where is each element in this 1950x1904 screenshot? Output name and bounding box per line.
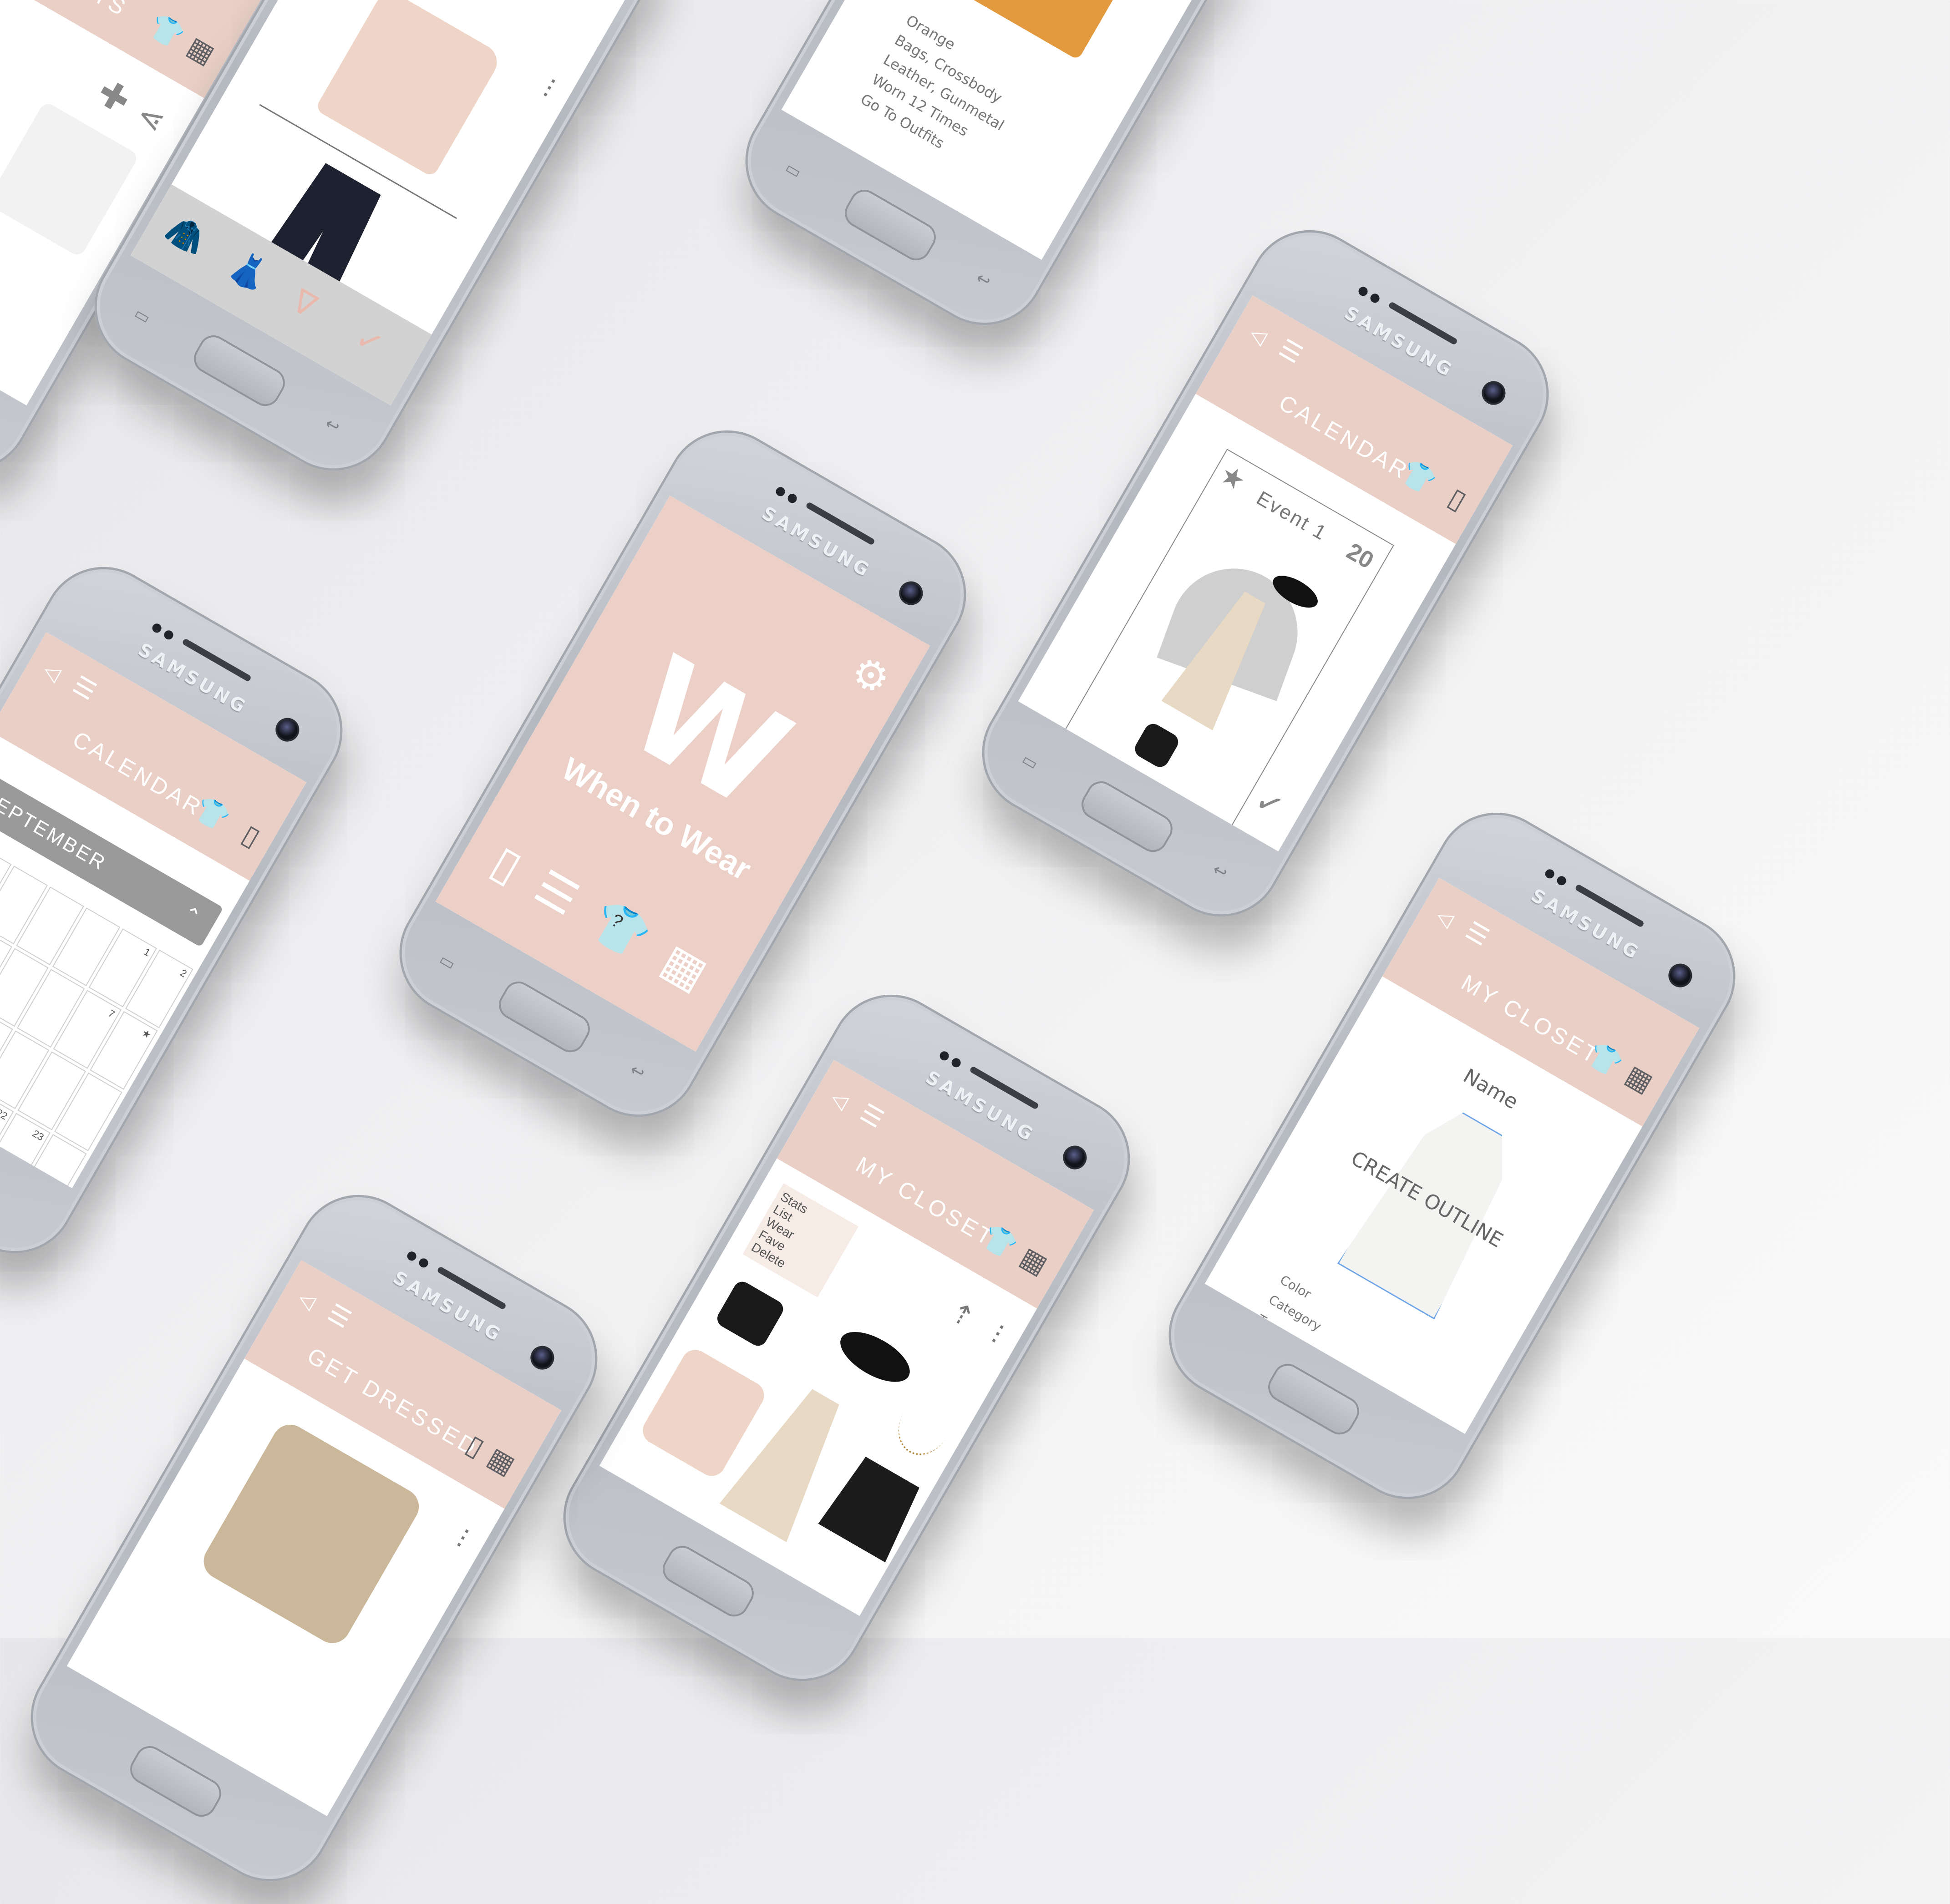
necklace-category-icon[interactable]: ᐁ	[285, 282, 323, 325]
add-icon[interactable]: ✚	[90, 71, 137, 122]
front-sensor	[405, 1250, 418, 1262]
menu-icon[interactable]: ☰	[68, 671, 101, 705]
skirt-item[interactable]	[818, 1453, 926, 1563]
settings-icon[interactable]: ⚙	[843, 646, 898, 705]
home-button[interactable]	[188, 330, 290, 411]
share-icon[interactable]: ⋖	[130, 95, 172, 141]
jacket-category-icon[interactable]: 🧥	[159, 209, 212, 262]
event-name: Event 1	[1253, 486, 1331, 545]
back-icon[interactable]: ◁	[295, 1286, 320, 1314]
menu-icon[interactable]: ☰	[855, 1099, 888, 1133]
jacket-item[interactable]	[638, 1345, 769, 1481]
jacket-item[interactable]	[315, 0, 504, 178]
home-button[interactable]	[839, 184, 941, 266]
filter-icon[interactable]: ⫶	[538, 74, 559, 105]
calendar-icon[interactable]: ▦	[653, 933, 716, 1001]
home-button[interactable]	[493, 976, 595, 1058]
home-button[interactable]	[657, 1540, 759, 1622]
event-day: 20	[1342, 538, 1378, 574]
star-icon[interactable]: ★	[1214, 458, 1251, 498]
home-button[interactable]	[1263, 1358, 1365, 1440]
menu-icon[interactable]: ☰	[323, 1299, 355, 1333]
front-sensor	[950, 1056, 963, 1069]
door-icon[interactable]: ▯	[483, 835, 531, 893]
boots-item[interactable]	[714, 1278, 787, 1349]
shirt-question-icon[interactable]: 👕?	[582, 892, 658, 967]
back-key[interactable]: ↩	[1208, 860, 1233, 883]
back-icon[interactable]: ◁	[1246, 321, 1271, 349]
recent-apps-key[interactable]: ▭	[781, 158, 806, 182]
upload-icon[interactable]: ⇡	[944, 1296, 980, 1335]
front-sensor	[162, 628, 175, 641]
front-sensor	[1368, 292, 1381, 304]
home-button[interactable]	[125, 1741, 227, 1822]
recent-apps-key[interactable]: ▭	[435, 950, 460, 974]
embellished-jacket-item[interactable]	[197, 1418, 426, 1650]
recent-apps-key[interactable]: ▭	[1017, 749, 1042, 774]
list-icon[interactable]: ☰	[526, 860, 588, 926]
hat-item[interactable]	[832, 1322, 918, 1392]
front-sensor	[1356, 285, 1370, 298]
bag-item[interactable]	[964, 0, 1131, 61]
tshirt-item[interactable]	[0, 101, 140, 258]
check-icon[interactable]: ✓	[349, 319, 391, 364]
back-key[interactable]: ↩	[320, 414, 345, 437]
phone-get-dressed: SAMSUNG ◁ ☰ GET DRESSED ▯ ▦ ⫶	[8, 1172, 620, 1904]
front-sensor	[774, 485, 787, 498]
back-icon[interactable]: ◁	[1432, 904, 1457, 932]
back-key[interactable]: ↩	[971, 268, 996, 291]
back-icon[interactable]: ◁	[40, 658, 65, 686]
front-sensor	[150, 622, 163, 634]
filter-icon[interactable]: ⫶	[986, 1320, 1008, 1351]
phone-calendar-month: SAMSUNG ◁ ☰ CALENDAR 👕 ▯ SEPTEMBER ⌃ 1 2	[0, 544, 365, 1276]
front-sensor	[786, 492, 799, 505]
recent-apps-key[interactable]: ▭	[130, 304, 155, 328]
menu-icon[interactable]: ☰	[1274, 334, 1307, 369]
confirm-check-icon[interactable]: ✓	[1249, 781, 1290, 826]
star-icon: ★	[140, 1027, 153, 1041]
boots-item[interactable]	[1132, 720, 1182, 770]
question-mark: ?	[608, 910, 627, 932]
necklace-item[interactable]	[888, 1383, 964, 1465]
front-sensor	[938, 1049, 951, 1062]
filter-icon[interactable]: ⫶	[451, 1524, 473, 1555]
menu-icon[interactable]: ☰	[1461, 917, 1493, 951]
home-button[interactable]	[1076, 776, 1178, 857]
front-sensor	[1555, 874, 1568, 887]
dress-category-icon[interactable]: 👗	[223, 246, 275, 298]
chevron-up-icon[interactable]: ⌃	[173, 891, 212, 940]
front-sensor	[1543, 867, 1556, 880]
back-key[interactable]: ↩	[625, 1060, 650, 1083]
context-menu: Stats List Wear Fave Delete	[742, 1183, 858, 1298]
back-icon[interactable]: ◁	[827, 1086, 852, 1114]
front-sensor	[417, 1256, 430, 1269]
